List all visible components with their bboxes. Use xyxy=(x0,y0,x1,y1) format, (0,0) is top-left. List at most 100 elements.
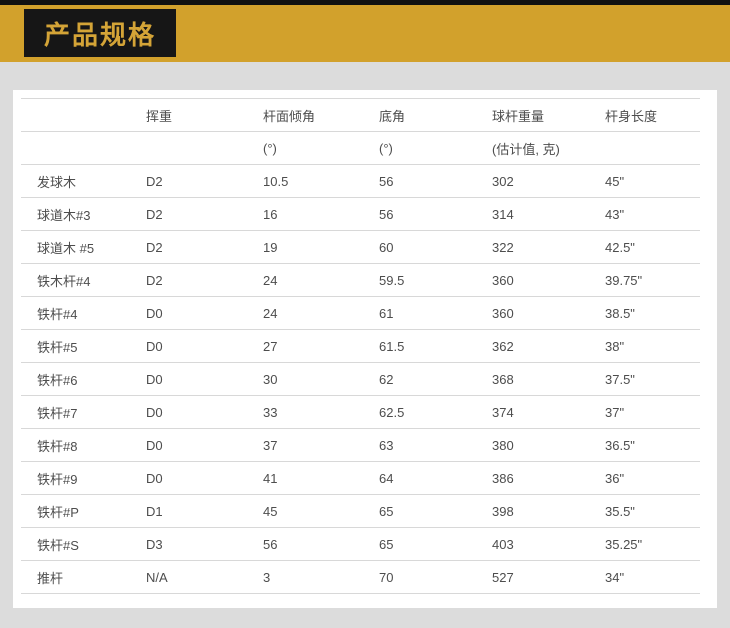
club-name-cell: 铁杆#7 xyxy=(21,395,130,429)
table-row: 铁杆#7 D0 33 62.5 374 37" xyxy=(21,395,700,429)
spec-value-cell: 65 xyxy=(363,527,476,561)
page-title: 产品规格 xyxy=(44,19,157,50)
spec-value-cell: 314 xyxy=(476,197,589,231)
spec-value-cell: 42.5" xyxy=(589,230,700,264)
club-name-cell: 铁杆#P xyxy=(21,494,130,528)
spec-value-cell: 380 xyxy=(476,428,589,462)
spec-value-cell: D3 xyxy=(130,527,247,561)
column-header: 杆身长度 xyxy=(589,98,700,132)
spec-value-cell: 35.5" xyxy=(589,494,700,528)
spec-value-cell: 65 xyxy=(363,494,476,528)
spec-value-cell: 64 xyxy=(363,461,476,495)
spec-value-cell: 38.5" xyxy=(589,296,700,330)
column-subheader: (°) xyxy=(363,131,476,165)
spec-value-cell: D0 xyxy=(130,329,247,363)
spec-value-cell: N/A xyxy=(130,560,247,594)
spec-card: 挥重 杆面倾角 底角 球杆重量 杆身长度 (°) (°) (估计值, 克) 发球木 D2 10.5… xyxy=(13,90,717,608)
spec-value-cell: D2 xyxy=(130,230,247,264)
spec-value-cell: 37 xyxy=(247,428,363,462)
spec-value-cell: 62.5 xyxy=(363,395,476,429)
spec-value-cell: 16 xyxy=(247,197,363,231)
spec-value-cell: 386 xyxy=(476,461,589,495)
spec-value-cell: 19 xyxy=(247,230,363,264)
column-header: 挥重 xyxy=(130,98,247,132)
spec-value-cell: 33 xyxy=(247,395,363,429)
column-subheader xyxy=(21,131,130,165)
header-row: 挥重 杆面倾角 底角 球杆重量 杆身长度 xyxy=(21,98,700,132)
table-row: 铁杆#8 D0 37 63 380 36.5" xyxy=(21,428,700,462)
column-header: 杆面倾角 xyxy=(247,98,363,132)
subheader-row: (°) (°) (估计值, 克) xyxy=(21,131,700,165)
club-name-cell: 铁杆#8 xyxy=(21,428,130,462)
spec-value-cell: 30 xyxy=(247,362,363,396)
spec-value-cell: D2 xyxy=(130,197,247,231)
spec-value-cell: 302 xyxy=(476,164,589,198)
spec-value-cell: 37.5" xyxy=(589,362,700,396)
spec-value-cell: 362 xyxy=(476,329,589,363)
spec-value-cell: 61 xyxy=(363,296,476,330)
spec-value-cell: 45 xyxy=(247,494,363,528)
table-row: 铁杆#S D3 56 65 403 35.25" xyxy=(21,527,700,561)
spec-value-cell: 527 xyxy=(476,560,589,594)
column-header xyxy=(21,98,130,132)
spec-value-cell: 403 xyxy=(476,527,589,561)
table-row: 球道木 #5 D2 19 60 322 42.5" xyxy=(21,230,700,264)
table-row: 铁杆#5 D0 27 61.5 362 38" xyxy=(21,329,700,363)
spec-table: 挥重 杆面倾角 底角 球杆重量 杆身长度 (°) (°) (估计值, 克) 发球木 D2 10.5… xyxy=(21,98,700,594)
spec-value-cell: 62 xyxy=(363,362,476,396)
club-name-cell: 发球木 xyxy=(21,164,130,198)
spec-value-cell: 61.5 xyxy=(363,329,476,363)
spec-value-cell: 27 xyxy=(247,329,363,363)
spec-value-cell: 45" xyxy=(589,164,700,198)
column-subheader xyxy=(130,131,247,165)
club-name-cell: 铁木杆#4 xyxy=(21,263,130,297)
spec-table-body: 发球木 D2 10.5 56 302 45" 球道木#3 D2 16 56 314 43" 球道木 #5… xyxy=(21,164,700,594)
spec-value-cell: 10.5 xyxy=(247,164,363,198)
table-row: 铁杆#P D1 45 65 398 35.5" xyxy=(21,494,700,528)
spec-value-cell: 3 xyxy=(247,560,363,594)
spec-value-cell: 41 xyxy=(247,461,363,495)
spec-value-cell: 38" xyxy=(589,329,700,363)
column-subheader xyxy=(589,131,700,165)
spec-value-cell: 60 xyxy=(363,230,476,264)
spec-value-cell: 34" xyxy=(589,560,700,594)
spec-table-head: 挥重 杆面倾角 底角 球杆重量 杆身长度 (°) (°) (估计值, 克) xyxy=(21,98,700,165)
spec-value-cell: 36.5" xyxy=(589,428,700,462)
club-name-cell: 推杆 xyxy=(21,560,130,594)
spec-value-cell: 322 xyxy=(476,230,589,264)
table-row: 铁杆#9 D0 41 64 386 36" xyxy=(21,461,700,495)
club-name-cell: 铁杆#S xyxy=(21,527,130,561)
spec-value-cell: 24 xyxy=(247,263,363,297)
spec-value-cell: 360 xyxy=(476,296,589,330)
spec-value-cell: 35.25" xyxy=(589,527,700,561)
spec-value-cell: D0 xyxy=(130,461,247,495)
gold-banner: 产品规格 xyxy=(0,5,730,62)
column-header: 底角 xyxy=(363,98,476,132)
spec-value-cell: 374 xyxy=(476,395,589,429)
spec-value-cell: 398 xyxy=(476,494,589,528)
spec-value-cell: D0 xyxy=(130,428,247,462)
spec-value-cell: 36" xyxy=(589,461,700,495)
club-name-cell: 球道木 #5 xyxy=(21,230,130,264)
table-row: 推杆 N/A 3 70 527 34" xyxy=(21,560,700,594)
spec-value-cell: 43" xyxy=(589,197,700,231)
club-name-cell: 球道木#3 xyxy=(21,197,130,231)
club-name-cell: 铁杆#9 xyxy=(21,461,130,495)
spec-value-cell: 70 xyxy=(363,560,476,594)
table-row: 铁木杆#4 D2 24 59.5 360 39.75" xyxy=(21,263,700,297)
spec-value-cell: 24 xyxy=(247,296,363,330)
spec-value-cell: 56 xyxy=(363,197,476,231)
club-name-cell: 铁杆#4 xyxy=(21,296,130,330)
column-subheader: (°) xyxy=(247,131,363,165)
spec-value-cell: 37" xyxy=(589,395,700,429)
spec-value-cell: D2 xyxy=(130,164,247,198)
table-row: 铁杆#6 D0 30 62 368 37.5" xyxy=(21,362,700,396)
spec-value-cell: D1 xyxy=(130,494,247,528)
spec-value-cell: 39.75" xyxy=(589,263,700,297)
spec-value-cell: D0 xyxy=(130,296,247,330)
table-row: 铁杆#4 D0 24 61 360 38.5" xyxy=(21,296,700,330)
section-title-box: 产品规格 xyxy=(24,9,177,57)
spec-value-cell: 56 xyxy=(363,164,476,198)
club-name-cell: 铁杆#5 xyxy=(21,329,130,363)
club-name-cell: 铁杆#6 xyxy=(21,362,130,396)
